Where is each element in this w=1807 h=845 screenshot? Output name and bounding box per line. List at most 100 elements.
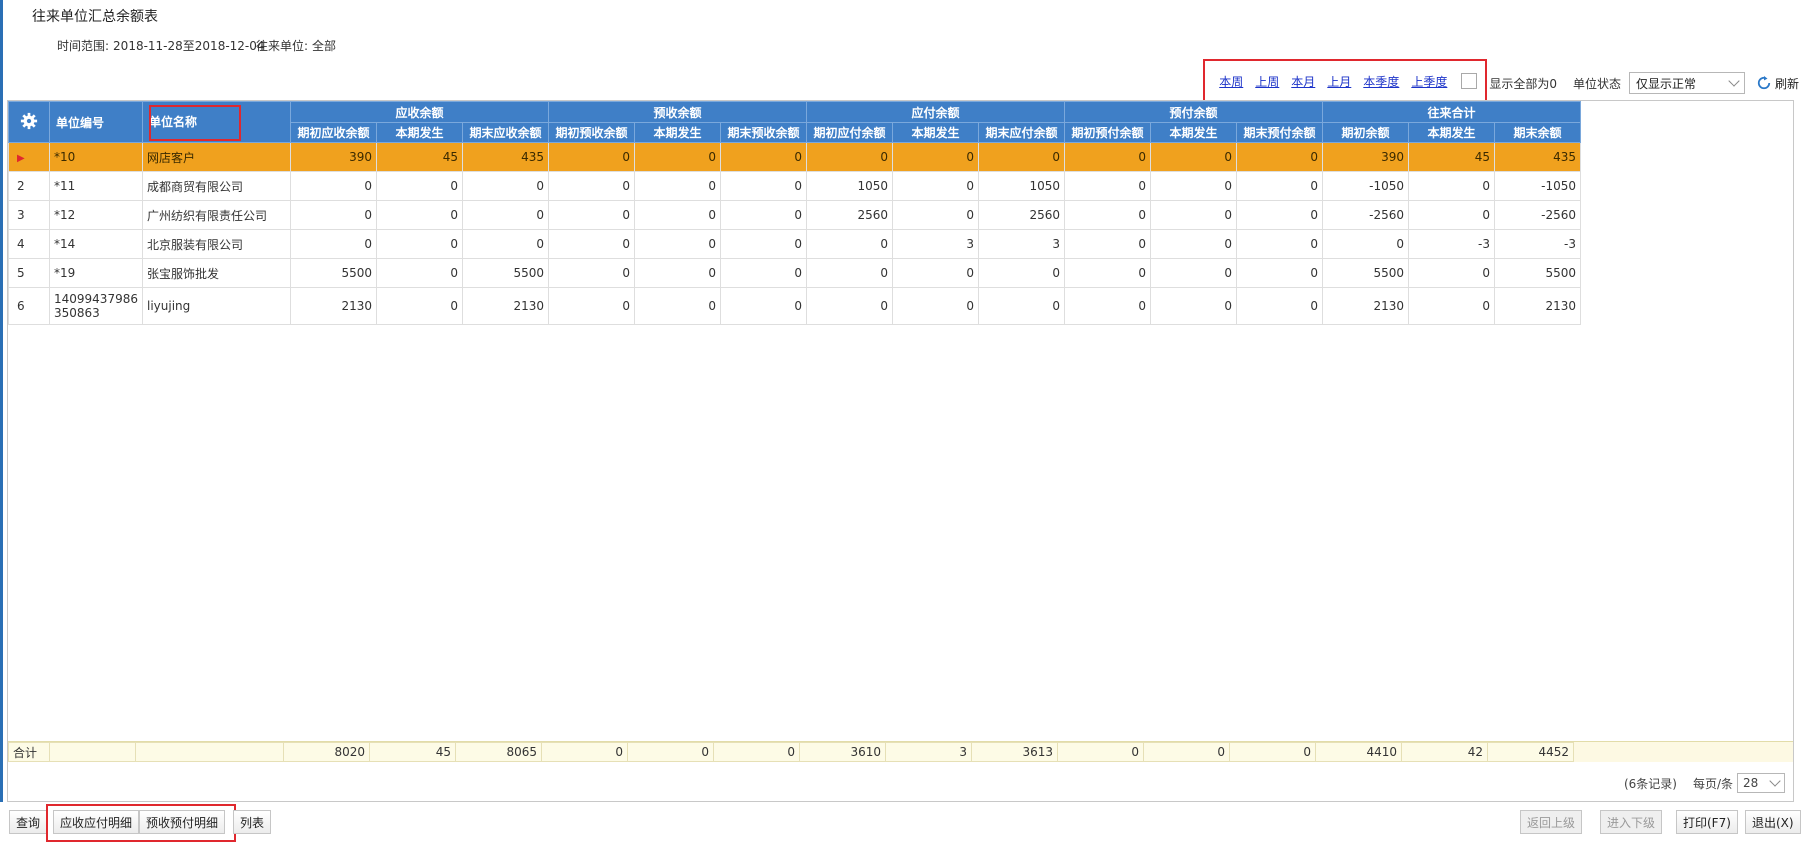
link-this-week[interactable]: 本周 (1219, 73, 1243, 90)
row-pointer: ▶ (8, 142, 50, 172)
col-header-code[interactable]: 单位编号 (49, 101, 143, 143)
totals-cell: 0 (1143, 742, 1230, 762)
cell-amount: 0 (1149, 287, 1237, 325)
col-header[interactable]: 期初预收余额 (547, 122, 635, 143)
table-row[interactable]: 6 14099437986 350863 liyujing 2130 0 2130 0 0 0 0 0… (8, 287, 1581, 325)
col-header[interactable]: 本期发生 (375, 122, 463, 143)
cell-name: 北京服装有限公司 (141, 229, 291, 259)
link-this-quarter[interactable]: 本季度 (1363, 73, 1399, 90)
time-range: 时间范围: 2018-11-28至2018-12-04 (57, 37, 265, 54)
link-last-week[interactable]: 上周 (1255, 73, 1279, 90)
prepay-detail-button[interactable]: 预收预付明细 (139, 810, 226, 834)
group-header-prepaid: 预付余额 (1063, 101, 1323, 123)
cell-amount: 2130 (1321, 287, 1409, 325)
col-header[interactable]: 期末应付余额 (977, 122, 1065, 143)
enter-down-button[interactable]: 进入下级 (1600, 810, 1663, 834)
toolbar: 本周 上周 本月 上月 本季度 上季度 显示全部为0 单位状态 仅显示正常 刷新 (1203, 59, 1799, 103)
cell-amount: 0 (1063, 142, 1151, 172)
left-edge-stripe (0, 0, 3, 845)
page-title: 往来单位汇总余额表 (32, 9, 158, 25)
col-header[interactable]: 期初应收余额 (289, 122, 377, 143)
cell-amount: 0 (891, 258, 979, 288)
cell-amount: 5500 (461, 258, 549, 288)
refresh-button[interactable]: 刷新 (1757, 75, 1799, 92)
list-button[interactable]: 列表 (233, 810, 272, 834)
cell-amount: 435 (1493, 142, 1581, 172)
cell-amount: 2130 (461, 287, 549, 325)
cell-amount: 1050 (977, 171, 1065, 201)
cell-name: 张宝服饰批发 (141, 258, 291, 288)
status-label: 单位状态 (1572, 76, 1621, 91)
exit-button[interactable]: 退出(X) (1745, 810, 1801, 834)
cell-amount: 0 (891, 200, 979, 230)
link-this-month[interactable]: 本月 (1291, 73, 1315, 90)
cell-amount: 2560 (977, 200, 1065, 230)
col-header[interactable]: 期末应收余额 (461, 122, 549, 143)
col-header[interactable]: 本期发生 (1149, 122, 1237, 143)
column-settings[interactable] (8, 101, 50, 143)
cell-amount: 0 (719, 258, 807, 288)
cell-amount: 45 (1407, 142, 1495, 172)
col-header[interactable]: 期末预付余额 (1235, 122, 1323, 143)
cell-amount: 0 (1407, 258, 1495, 288)
col-header[interactable]: 期初应付余额 (805, 122, 893, 143)
cell-amount: 3 (891, 229, 979, 259)
table-row[interactable]: 3 *12 广州纺织有限责任公司 0 0 0 0 0 0 2560 0 2560 0 0 0 -2560 0 -2… (8, 200, 1581, 230)
cell-amount: 0 (1149, 200, 1237, 230)
table-row[interactable]: ▶ *10 网店客户 390 45 435 0 0 0 0 0 0 0 0 0 390 45 435 (8, 142, 1581, 172)
time-range-value: 2018-11-28至2018-12-04 (113, 39, 265, 53)
cell-name: 成都商贸有限公司 (141, 171, 291, 201)
link-last-quarter[interactable]: 上季度 (1411, 73, 1447, 90)
col-header[interactable]: 本期发生 (633, 122, 721, 143)
cell-amount: 0 (1063, 200, 1151, 230)
cell-amount: -1050 (1493, 171, 1581, 201)
col-header[interactable]: 期初预付余额 (1063, 122, 1151, 143)
cell-amount: 0 (547, 229, 635, 259)
col-header[interactable]: 本期发生 (1407, 122, 1495, 143)
show-zero-label: 显示全部为0 (1489, 76, 1557, 91)
back-up-button[interactable]: 返回上级 (1520, 810, 1583, 834)
cell-amount: 0 (1063, 229, 1151, 259)
unit-filter: 往来单位: 全部 (256, 37, 336, 54)
status-select[interactable]: 仅显示正常 (1628, 72, 1745, 94)
cell-amount: -3 (1407, 229, 1495, 259)
query-button[interactable]: 查询 (9, 810, 48, 834)
show-zero-checkbox[interactable] (1461, 73, 1478, 89)
cell-amount: 5500 (289, 258, 377, 288)
cell-amount: 0 (1407, 287, 1495, 325)
group-header-receivable: 应收余额 (289, 101, 549, 123)
cell-name: 广州纺织有限责任公司 (141, 200, 291, 230)
per-page-select[interactable]: 28 (1737, 773, 1785, 793)
cell-amount: 0 (461, 171, 549, 201)
totals-cell: 0 (713, 742, 800, 762)
cell-amount: 0 (1235, 287, 1323, 325)
per-page-label: 每页/条 (1692, 776, 1733, 791)
ar-ap-detail-button[interactable]: 应收应付明细 (53, 810, 140, 834)
chevron-down-icon (1769, 775, 1781, 787)
col-header[interactable]: 期末余额 (1493, 122, 1581, 143)
col-header[interactable]: 期初余额 (1321, 122, 1409, 143)
row-number: 5 (8, 258, 50, 288)
totals-cell: 4452 (1487, 742, 1574, 762)
cell-amount: 0 (375, 229, 463, 259)
table-row[interactable]: 5 *19 张宝服饰批发 5500 0 5500 0 0 0 0 0 0 0 0 0 5500 0 5500 (8, 258, 1581, 288)
cell-amount: 0 (1407, 200, 1495, 230)
cell-amount: 0 (547, 287, 635, 325)
group-header-payable: 应付余额 (805, 101, 1065, 123)
cell-amount: 5500 (1321, 258, 1409, 288)
col-header-name[interactable]: 单位名称 (141, 101, 291, 143)
col-header[interactable]: 本期发生 (891, 122, 979, 143)
cell-amount: 0 (1235, 258, 1323, 288)
row-number: 4 (8, 229, 50, 259)
cell-amount: 0 (1235, 229, 1323, 259)
link-last-month[interactable]: 上月 (1327, 73, 1351, 90)
refresh-icon (1757, 76, 1771, 90)
cell-amount: 0 (1149, 142, 1237, 172)
row-number: 2 (8, 171, 50, 201)
print-button[interactable]: 打印(F7) (1676, 810, 1738, 834)
cell-amount: 0 (805, 229, 893, 259)
col-header[interactable]: 期末预收余额 (719, 122, 807, 143)
table-row[interactable]: 2 *11 成都商贸有限公司 0 0 0 0 0 0 1050 0 1050 0 0 0 -1050 0 -105… (8, 171, 1581, 201)
table-row[interactable]: 4 *14 北京服装有限公司 0 0 0 0 0 0 0 3 3 0 0 0 0 -3 -3 (8, 229, 1581, 259)
row-pointer-icon: ▶ (17, 153, 25, 164)
